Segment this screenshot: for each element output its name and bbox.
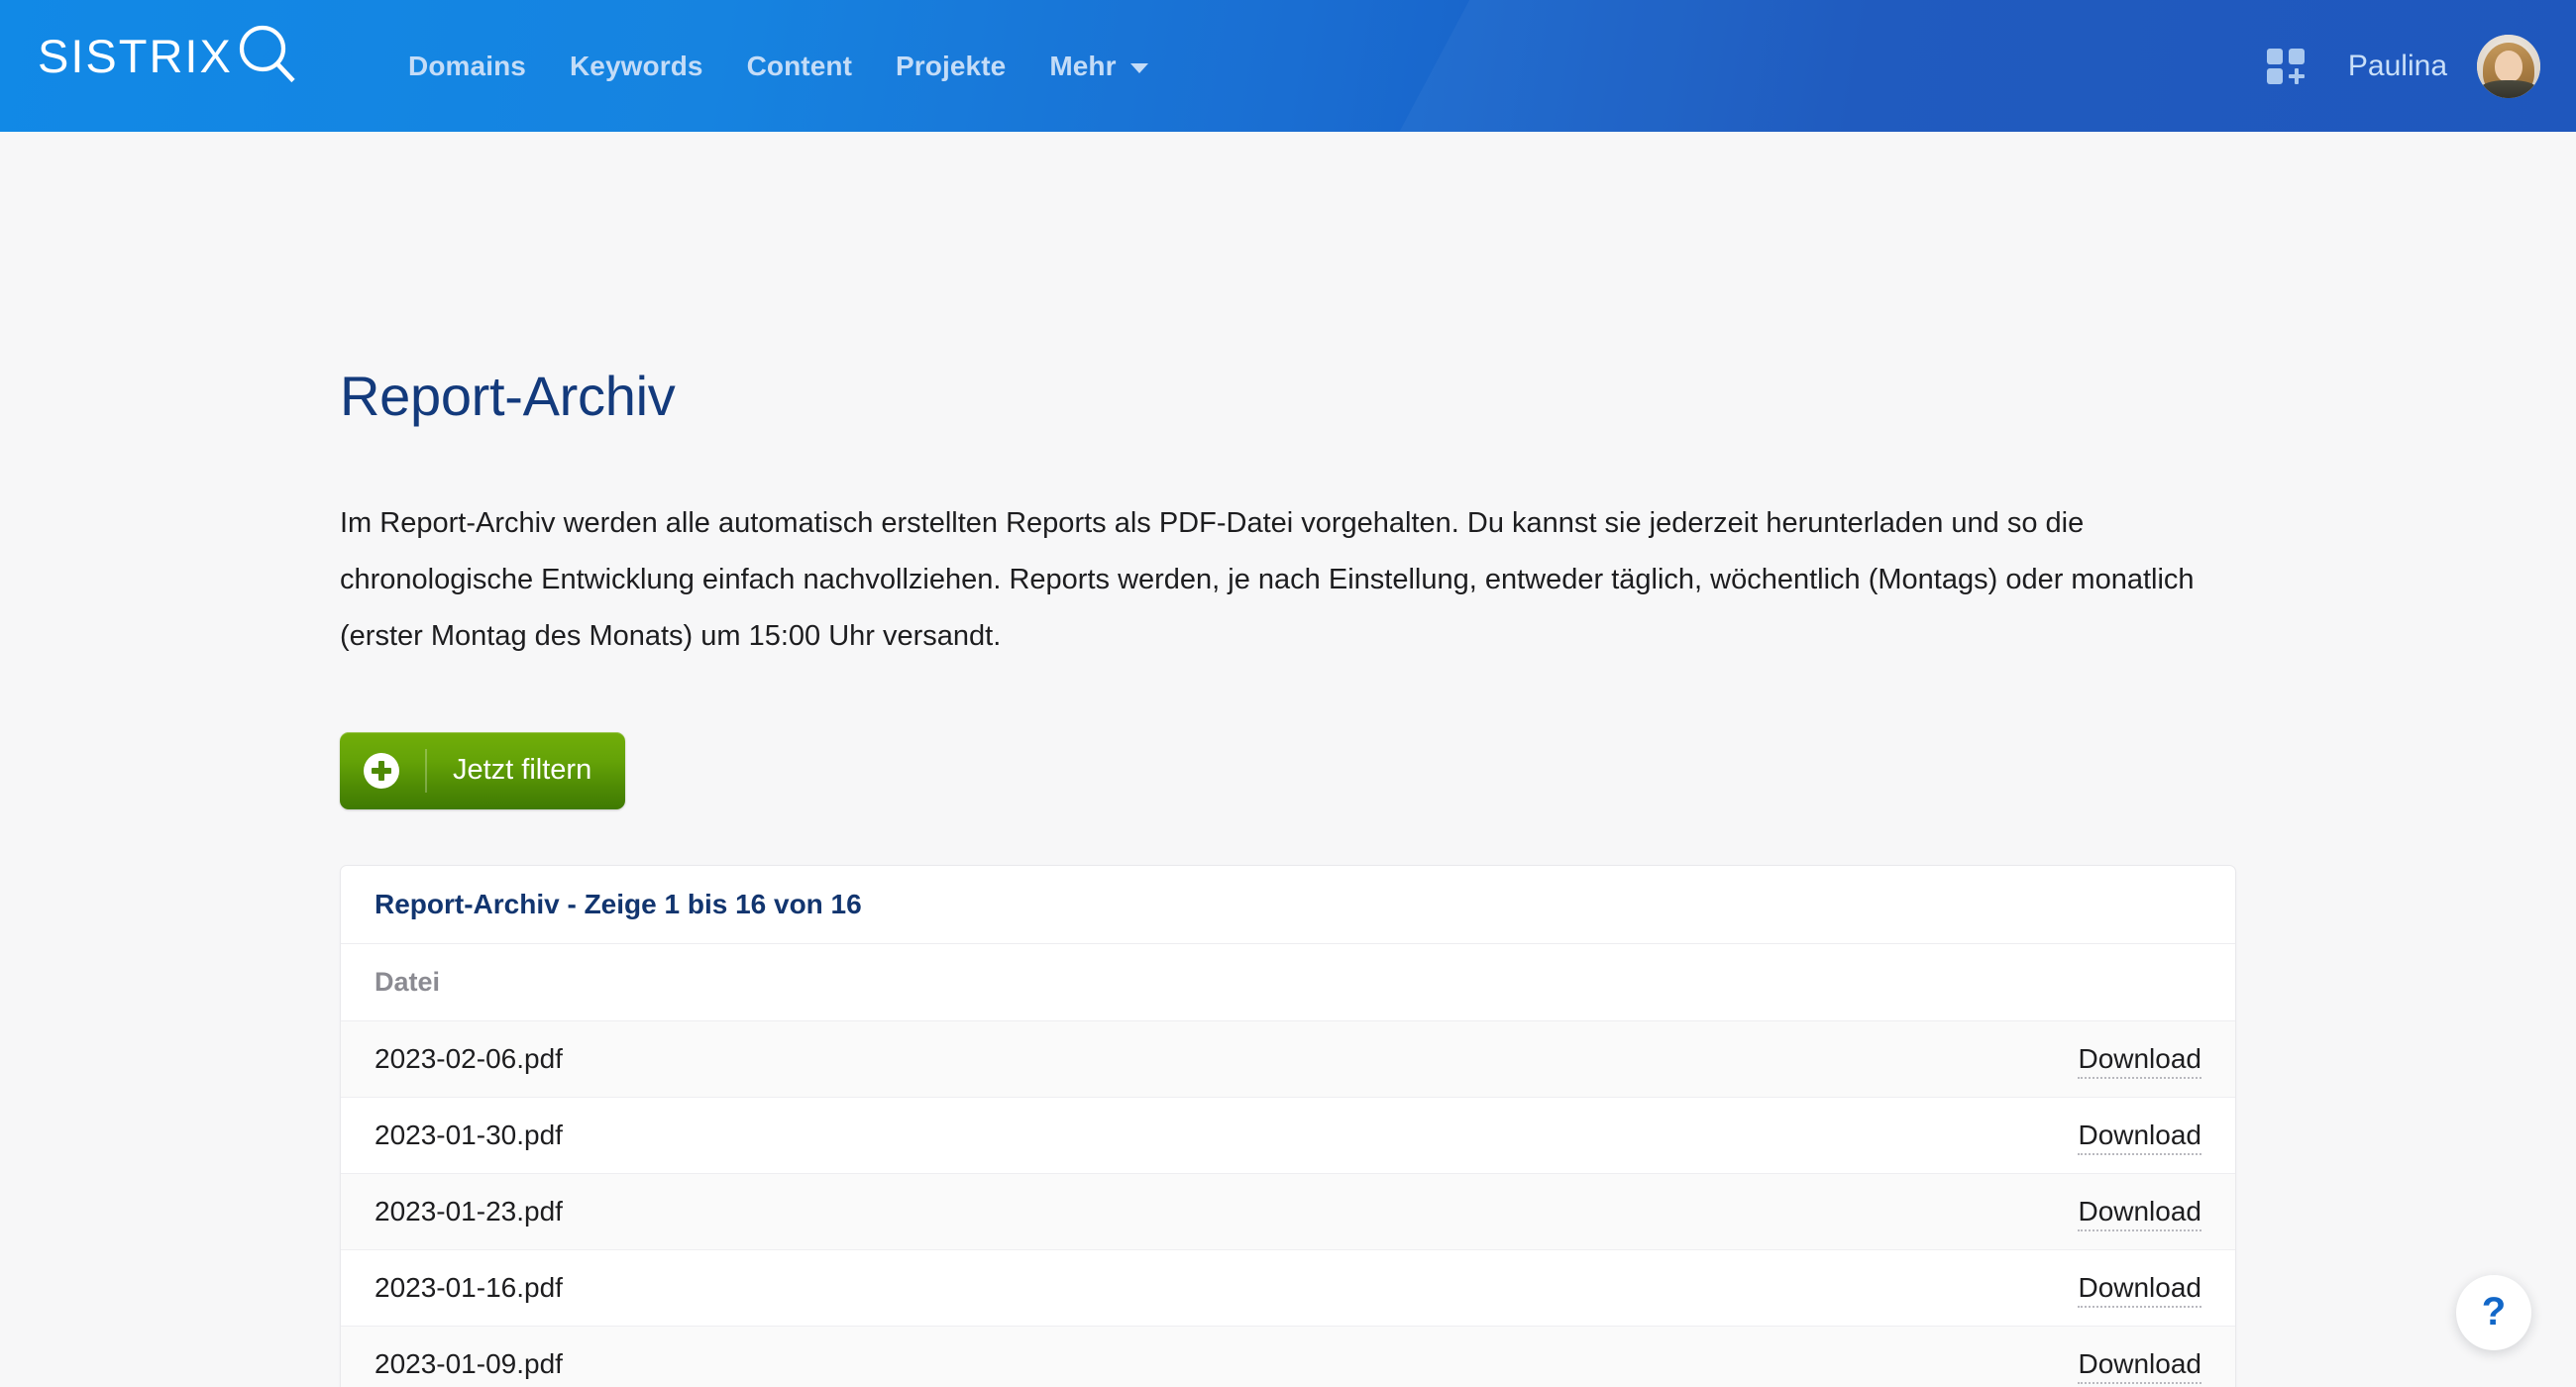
primary-nav: Domains Keywords Content Projekte Mehr: [386, 0, 1170, 132]
table-row: 2023-02-06.pdf Download: [341, 1020, 2235, 1099]
cell-download: Download: [1819, 1020, 2235, 1099]
download-link[interactable]: Download: [2078, 1196, 2201, 1232]
sistrix-logo[interactable]: SISTRIX: [38, 14, 298, 93]
question-mark-icon: ?: [2481, 1290, 2507, 1334]
page-title: Report-Archiv: [340, 365, 676, 427]
nav-label-domains: Domains: [408, 50, 526, 81]
download-link[interactable]: Download: [2078, 1043, 2201, 1080]
download-link[interactable]: Download: [2078, 1120, 2201, 1156]
search-magnifier-icon: [239, 25, 295, 83]
table-body: 2023-02-06.pdf Download 2023-01-30.pdf Down…: [341, 1020, 2235, 1387]
page-description: Im Report-Archiv werden alle automatisch…: [340, 506, 2195, 652]
cell-download: Download: [1819, 1173, 2235, 1251]
cell-filename: 2023-01-16.pdf: [341, 1249, 1819, 1328]
cell-filename: 2023-01-30.pdf: [341, 1097, 1819, 1175]
cell-download: Download: [1819, 1097, 2235, 1175]
table-row: 2023-01-23.pdf Download: [341, 1173, 2235, 1251]
top-navigation-bar: SISTRIX Domains Keywords Content Projekt…: [0, 0, 2576, 132]
report-archive-table: Datei 2023-02-06.pdf Download 2023-01-30.p…: [341, 943, 2235, 1387]
nav-item-content[interactable]: Content: [725, 51, 874, 82]
chevron-down-icon: [1129, 62, 1148, 73]
table-row: 2023-01-30.pdf Download: [341, 1097, 2235, 1175]
help-button[interactable]: ?: [2456, 1275, 2531, 1350]
avatar-body: [2481, 79, 2536, 98]
table-row: 2023-01-09.pdf Download: [341, 1326, 2235, 1387]
download-link[interactable]: Download: [2078, 1272, 2201, 1309]
button-divider: [425, 748, 427, 793]
content-column: Report-Archiv Im Report-Archiv werden al…: [340, 132, 2236, 1387]
nav-label-projekte: Projekte: [896, 50, 1007, 81]
download-link[interactable]: Download: [2078, 1348, 2201, 1385]
cell-download: Download: [1819, 1249, 2235, 1328]
column-header-datei[interactable]: Datei: [341, 943, 1819, 1022]
cell-filename: 2023-02-06.pdf: [341, 1020, 1819, 1099]
user-name-label[interactable]: Paulina: [2348, 50, 2447, 83]
table-head: Datei: [341, 943, 2235, 1022]
nav-label-keywords: Keywords: [569, 50, 703, 81]
nav-item-projekte[interactable]: Projekte: [874, 51, 1027, 82]
column-header-action: [1819, 943, 2235, 1022]
table-row: 2023-01-16.pdf Download: [341, 1249, 2235, 1328]
table-header-row: Datei: [341, 943, 2235, 1022]
avatar-face: [2495, 50, 2522, 82]
plus-circle-icon: [364, 752, 399, 789]
nav-item-mehr[interactable]: Mehr: [1027, 51, 1169, 82]
page-body: Report-Archiv Im Report-Archiv werden al…: [0, 132, 2576, 1387]
cell-download: Download: [1819, 1326, 2235, 1387]
report-archive-card: Report-Archiv - Zeige 1 bis 16 von 16 Da…: [340, 864, 2236, 1387]
cell-filename: 2023-01-23.pdf: [341, 1173, 1819, 1251]
cell-filename: 2023-01-09.pdf: [341, 1326, 1819, 1387]
jetzt-filtern-button[interactable]: Jetzt filtern: [340, 731, 626, 809]
apps-grid-plus-icon[interactable]: [2266, 47, 2310, 86]
card-heading: Report-Archiv - Zeige 1 bis 16 von 16: [341, 866, 2235, 944]
avatar[interactable]: [2477, 34, 2540, 98]
nav-label-mehr: Mehr: [1049, 50, 1117, 81]
nav-item-keywords[interactable]: Keywords: [548, 51, 725, 82]
filter-button-label: Jetzt filtern: [453, 754, 592, 787]
apps-plus-glyph: [2288, 67, 2305, 84]
logo-wordmark: SISTRIX: [38, 29, 233, 82]
nav-item-domains[interactable]: Domains: [386, 51, 548, 82]
nav-label-content: Content: [746, 50, 853, 81]
header-right-cluster: Paulina: [2266, 0, 2540, 132]
